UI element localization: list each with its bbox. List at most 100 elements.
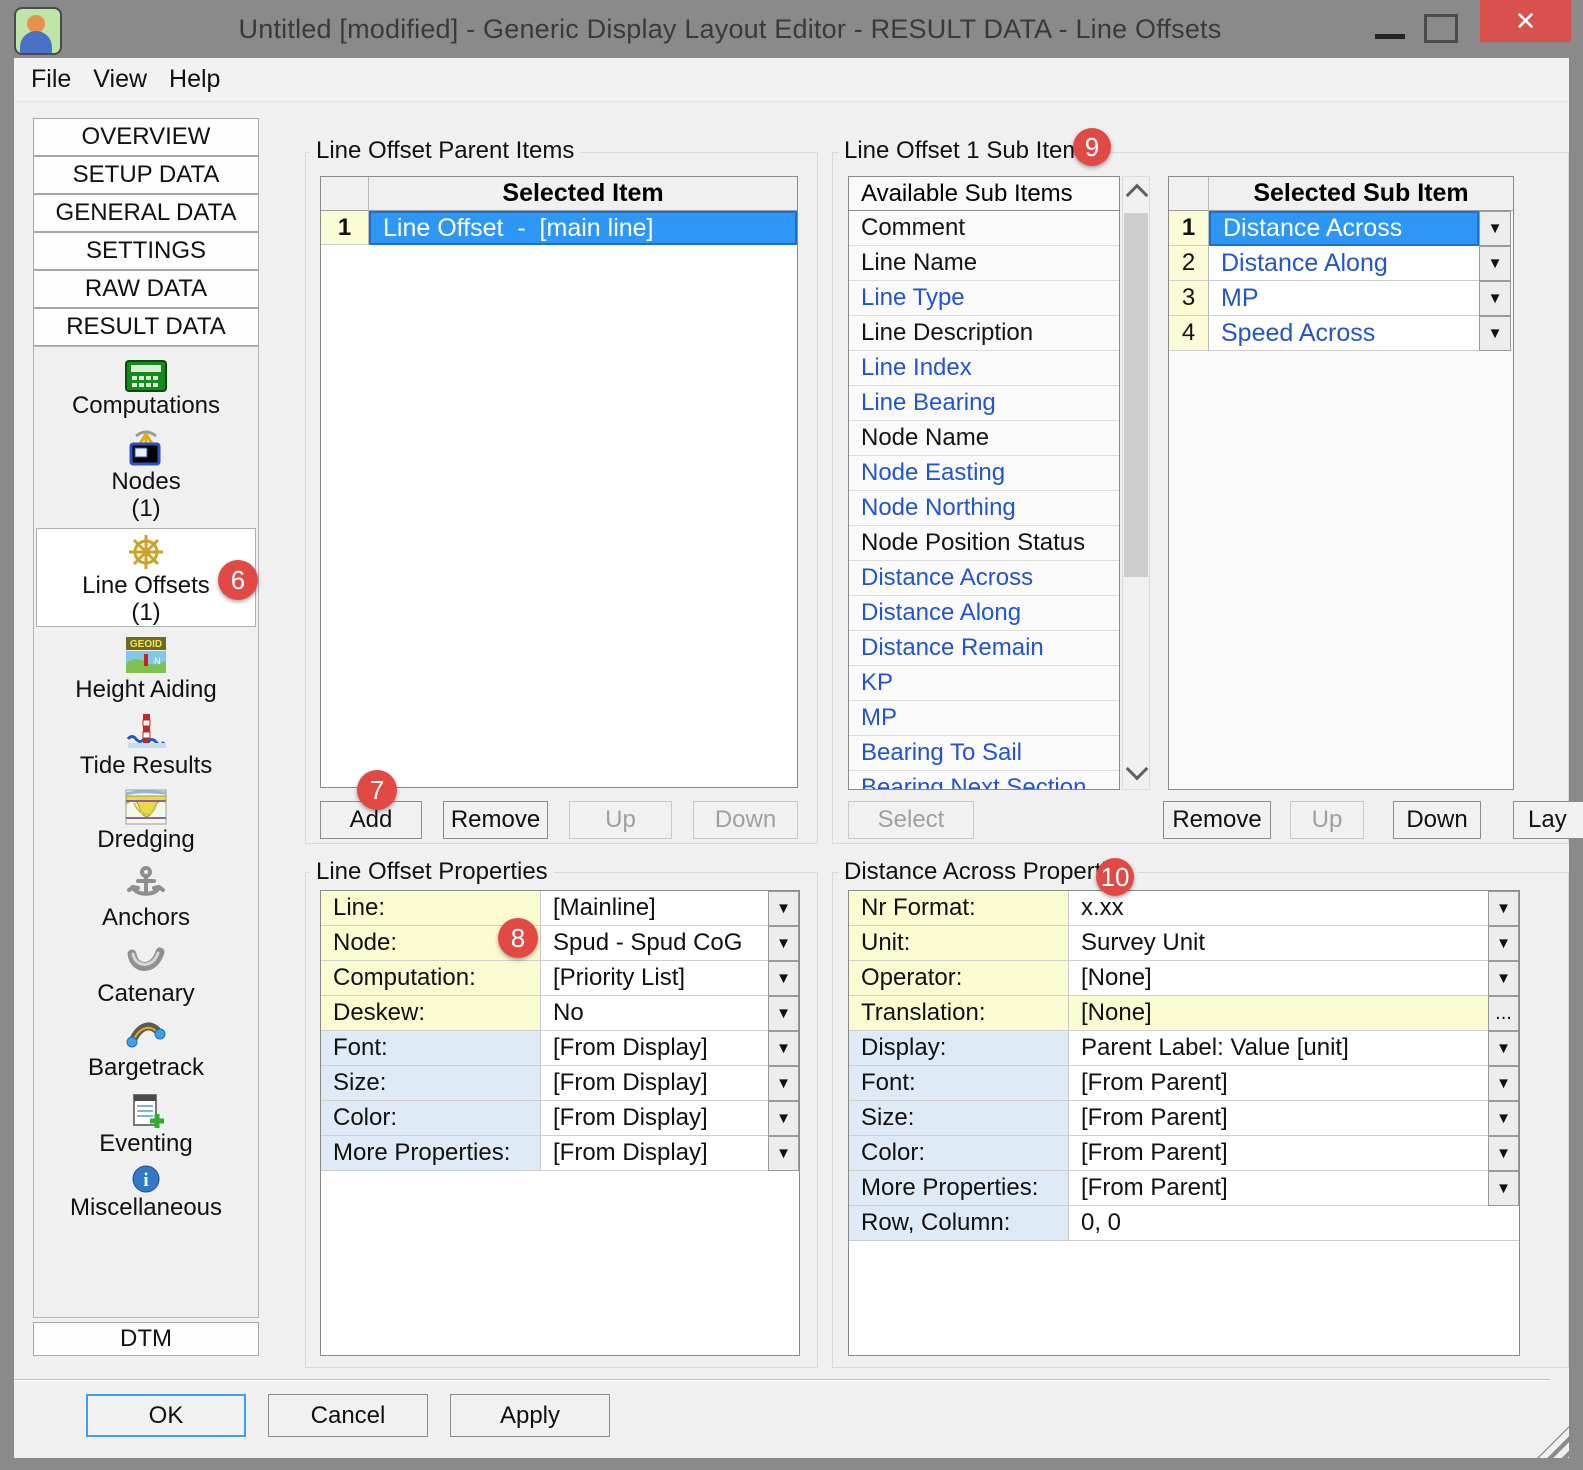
dropdown-arrow-icon[interactable] [768, 891, 799, 926]
dropdown-arrow-icon[interactable] [1488, 1101, 1519, 1136]
available-list-scrollbar[interactable] [1122, 176, 1150, 790]
dropdown-arrow-icon[interactable] [768, 961, 799, 996]
dropdown-arrow-icon[interactable] [1488, 891, 1519, 926]
property-value[interactable]: [From Parent] [1069, 1171, 1488, 1206]
sidebar-item-eventing[interactable]: Eventing [34, 1090, 258, 1157]
property-value[interactable]: [From Parent] [1069, 1066, 1488, 1101]
property-value[interactable]: [None] [1069, 996, 1488, 1031]
remove-button[interactable]: Remove [443, 801, 548, 839]
list-item[interactable]: Distance Along [849, 596, 1119, 631]
sub-down-button[interactable]: Down [1393, 801, 1481, 839]
property-value[interactable]: [From Display] [541, 1136, 768, 1171]
dropdown-arrow-icon[interactable] [768, 1031, 799, 1066]
menu-view[interactable]: View [82, 65, 158, 94]
sidebar-item-miscellaneous[interactable]: i Miscellaneous [34, 1164, 258, 1221]
nav-setup-data[interactable]: SETUP DATA [33, 156, 259, 194]
property-value[interactable]: [From Parent] [1069, 1101, 1488, 1136]
sub-item[interactable]: Distance Along [1209, 246, 1479, 281]
sidebar-item-nodes[interactable]: Nodes (1) [34, 428, 258, 522]
sub-remove-button[interactable]: Remove [1163, 801, 1271, 839]
table-row[interactable]: 3 MP [1169, 281, 1513, 316]
sidebar-item-anchors[interactable]: Anchors [34, 864, 258, 931]
dropdown-arrow-icon[interactable] [1488, 1066, 1519, 1101]
table-row[interactable]: 4 Speed Across [1169, 316, 1513, 351]
sub-up-button[interactable]: Up [1290, 801, 1364, 839]
property-value[interactable]: x.xx [1069, 891, 1488, 926]
list-item[interactable]: KP [849, 666, 1119, 701]
ellipsis-button[interactable]: ... [1488, 996, 1519, 1031]
sidebar-item-dredging[interactable]: Dredging [34, 788, 258, 853]
layout-button[interactable]: Lay [1513, 801, 1583, 839]
nav-dtm[interactable]: DTM [33, 1322, 259, 1356]
dropdown-arrow-icon[interactable] [1488, 926, 1519, 961]
cancel-button[interactable]: Cancel [268, 1394, 428, 1437]
scroll-up-icon[interactable] [1126, 184, 1149, 207]
scroll-down-icon[interactable] [1126, 758, 1149, 781]
list-item[interactable]: Comment [849, 211, 1119, 246]
table-row[interactable]: 2 Distance Along [1169, 246, 1513, 281]
list-item[interactable]: Bearing To Sail [849, 736, 1119, 771]
ok-button[interactable]: OK [86, 1394, 246, 1437]
dropdown-arrow-icon[interactable] [1488, 1031, 1519, 1066]
dropdown-arrow-icon[interactable] [1488, 961, 1519, 996]
property-value[interactable]: [From Display] [541, 1066, 768, 1101]
list-item[interactable]: Line Index [849, 351, 1119, 386]
select-button[interactable]: Select [848, 801, 974, 839]
dropdown-arrow-icon[interactable] [768, 926, 799, 961]
dropdown-arrow-icon[interactable] [1479, 316, 1511, 351]
property-value[interactable]: [None] [1069, 961, 1488, 996]
nav-overview[interactable]: OVERVIEW [33, 118, 259, 156]
list-item[interactable]: Node Northing [849, 491, 1119, 526]
dropdown-arrow-icon[interactable] [768, 1136, 799, 1171]
sidebar-item-tide-results[interactable]: Tide Results [34, 712, 258, 779]
list-item[interactable]: Node Name [849, 421, 1119, 456]
list-item[interactable]: Distance Remain [849, 631, 1119, 666]
list-item[interactable]: MP [849, 701, 1119, 736]
sub-item[interactable]: MP [1209, 281, 1479, 316]
apply-button[interactable]: Apply [450, 1394, 610, 1437]
sub-item[interactable]: Speed Across [1209, 316, 1479, 351]
table-row[interactable]: 1 Line Offset - [main line] [321, 211, 797, 245]
list-item[interactable]: Line Bearing [849, 386, 1119, 421]
dropdown-arrow-icon[interactable] [768, 1101, 799, 1136]
down-button[interactable]: Down [693, 801, 798, 839]
property-value[interactable]: Survey Unit [1069, 926, 1488, 961]
nav-raw-data[interactable]: RAW DATA [33, 270, 259, 308]
property-value[interactable]: [From Display] [541, 1101, 768, 1136]
property-value[interactable]: [From Parent] [1069, 1136, 1488, 1171]
list-item[interactable]: Node Easting [849, 456, 1119, 491]
list-item[interactable]: Distance Across [849, 561, 1119, 596]
nav-result-data[interactable]: RESULT DATA [33, 308, 259, 346]
property-value[interactable]: [Mainline] [541, 891, 768, 926]
dropdown-arrow-icon[interactable] [768, 1066, 799, 1101]
list-item[interactable]: Node Position Status [849, 526, 1119, 561]
property-value[interactable]: Spud - Spud CoG [541, 926, 768, 961]
scrollbar-thumb[interactable] [1124, 213, 1148, 577]
up-button[interactable]: Up [569, 801, 672, 839]
sub-item-selected[interactable]: Distance Across [1209, 211, 1479, 246]
list-item[interactable]: Line Name [849, 246, 1119, 281]
list-item[interactable]: Line Description [849, 316, 1119, 351]
dropdown-arrow-icon[interactable] [1479, 281, 1511, 316]
maximize-button[interactable] [1424, 14, 1458, 43]
minimize-button[interactable] [1375, 34, 1405, 39]
dropdown-arrow-icon[interactable] [768, 996, 799, 1031]
menu-help[interactable]: Help [158, 65, 231, 94]
nav-settings[interactable]: SETTINGS [33, 232, 259, 270]
list-item[interactable]: Line Type [849, 281, 1119, 316]
sidebar-item-computations[interactable]: Computations [34, 360, 258, 419]
nav-general-data[interactable]: GENERAL DATA [33, 194, 259, 232]
list-item[interactable]: Bearing Next Section [849, 771, 1119, 790]
menu-file[interactable]: File [20, 65, 82, 94]
sidebar-item-catenary[interactable]: Catenary [34, 940, 258, 1007]
property-value[interactable]: No [541, 996, 768, 1031]
property-value[interactable]: [Priority List] [541, 961, 768, 996]
dropdown-arrow-icon[interactable] [1479, 246, 1511, 281]
dropdown-arrow-icon[interactable] [1479, 211, 1511, 246]
sidebar-item-height-aiding[interactable]: GEOIDN Height Aiding [34, 636, 258, 703]
dropdown-arrow-icon[interactable] [1488, 1171, 1519, 1206]
dropdown-arrow-icon[interactable] [1488, 1136, 1519, 1171]
parent-item-selected[interactable]: Line Offset - [main line] [369, 211, 797, 245]
close-button[interactable]: ✕ [1480, 0, 1571, 42]
property-value[interactable]: [From Display] [541, 1031, 768, 1066]
